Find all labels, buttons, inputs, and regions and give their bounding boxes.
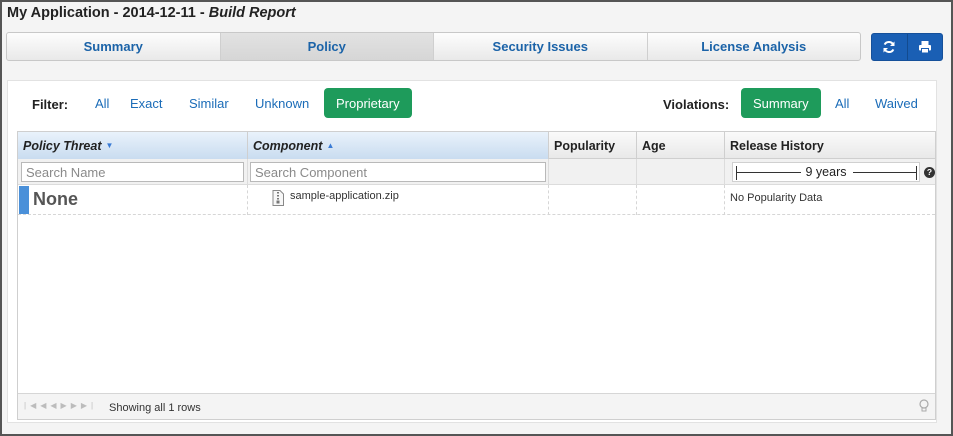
first-page-icon[interactable]: |◀ <box>24 401 40 410</box>
cell-component: sample-application.zip <box>248 185 549 215</box>
print-button[interactable] <box>906 34 943 60</box>
cell-policy-threat: None <box>18 185 248 215</box>
filter-exact[interactable]: Exact <box>118 88 175 118</box>
col-component[interactable]: Component ▲ <box>248 132 549 159</box>
toolbar-buttons <box>871 33 943 61</box>
cell-release-history: No Popularity Data <box>730 192 823 204</box>
app-window: My Application - 2014-12-11 - Build Repo… <box>0 0 953 436</box>
release-history-range-slider[interactable]: 9 years <box>732 162 920 182</box>
help-icon[interactable]: ? <box>924 167 935 178</box>
last-page-icon[interactable]: ▶| <box>81 401 97 410</box>
component-name[interactable]: sample-application.zip <box>290 190 399 202</box>
col-popularity[interactable]: Popularity <box>549 132 637 159</box>
sort-asc-icon: ▲ <box>326 141 335 150</box>
next-page-icon[interactable]: ▶▶ <box>61 401 81 410</box>
page-title: My Application - 2014-12-11 - Build Repo… <box>7 5 296 21</box>
row-count-status: Showing all 1 rows <box>109 402 201 414</box>
title-separator: - <box>109 5 123 21</box>
filter-proprietary[interactable]: Proprietary <box>324 88 412 118</box>
filter-cell-popularity <box>549 159 637 185</box>
filter-cell-name <box>18 159 248 185</box>
violations-all[interactable]: All <box>823 88 861 118</box>
filter-similar[interactable]: Similar <box>177 88 241 118</box>
tab-license-analysis[interactable]: License Analysis <box>648 33 861 60</box>
refresh-button[interactable] <box>872 34 907 60</box>
app-name: My Application <box>7 5 110 21</box>
filter-cell-age <box>637 159 725 185</box>
table-row[interactable]: None sample-application.zip No Popularit… <box>18 185 935 215</box>
table-header: Policy Threat ▼ Component ▲ Popularity A… <box>18 132 935 159</box>
col-age[interactable]: Age <box>637 132 725 159</box>
range-line-right <box>853 172 916 173</box>
search-component-input[interactable] <box>250 162 546 182</box>
violations-waived[interactable]: Waived <box>863 88 930 118</box>
policy-table: Policy Threat ▼ Component ▲ Popularity A… <box>17 131 936 420</box>
report-type: Build Report <box>208 5 296 21</box>
col-policy-threat[interactable]: Policy Threat ▼ <box>18 132 248 159</box>
col-release-history[interactable]: Release History <box>725 132 937 159</box>
filter-all[interactable]: All <box>83 88 121 118</box>
filter-cell-component <box>248 159 549 185</box>
range-end-handle[interactable] <box>916 166 917 180</box>
col-component-label: Component <box>253 138 323 153</box>
threat-level-bar <box>19 186 29 214</box>
violations-label: Violations: <box>663 97 730 112</box>
refresh-icon <box>883 41 895 53</box>
report-tabs: Summary Policy Security Issues License A… <box>6 32 861 61</box>
table-footer: |◀◀◀▶▶▶| Showing all 1 rows <box>18 393 935 419</box>
threat-level-text: None <box>33 189 78 209</box>
violations-summary[interactable]: Summary <box>741 88 821 118</box>
filter-unknown[interactable]: Unknown <box>243 88 321 118</box>
col-policy-threat-label: Policy Threat <box>23 138 102 153</box>
search-name-input[interactable] <box>21 162 244 182</box>
filter-row: 9 years ? <box>18 159 935 185</box>
title-separator-2: - <box>195 5 209 21</box>
filter-label: Filter: <box>32 97 69 112</box>
tab-policy[interactable]: Policy <box>220 33 434 60</box>
pager: |◀◀◀▶▶▶| <box>24 401 97 410</box>
zip-file-icon <box>272 190 284 206</box>
cell-age <box>637 185 725 215</box>
tab-security-issues[interactable]: Security Issues <box>434 33 648 60</box>
lightbulb-icon[interactable] <box>919 399 929 413</box>
report-date: 2014-12-11 <box>122 5 196 21</box>
tab-summary[interactable]: Summary <box>7 33 221 60</box>
cell-popularity <box>549 185 637 215</box>
policy-panel: Filter: All Exact Similar Unknown Propri… <box>7 80 937 423</box>
print-icon <box>918 41 931 54</box>
sort-desc-icon: ▼ <box>105 141 114 150</box>
prev-page-icon[interactable]: ◀◀ <box>40 401 60 410</box>
